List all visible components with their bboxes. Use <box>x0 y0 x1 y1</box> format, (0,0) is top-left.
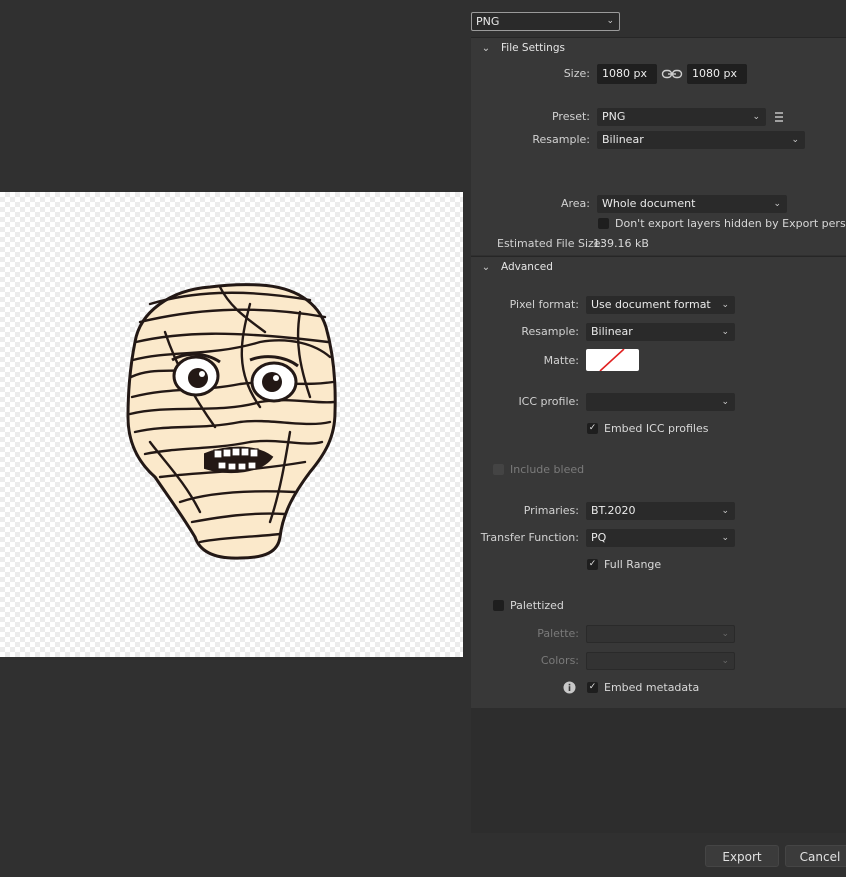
advanced-resample-select[interactable]: Bilinear ⌄ <box>586 323 735 341</box>
chevron-down-icon: ⌄ <box>721 629 729 639</box>
matte-color-swatch[interactable] <box>586 349 639 371</box>
icc-profile-label: ICC profile: <box>518 395 579 408</box>
embed-metadata-label: Embed metadata <box>604 681 700 694</box>
include-bleed-checkbox[interactable] <box>493 464 504 475</box>
chevron-down-icon: ⌄ <box>721 327 729 337</box>
checkmark-icon: ✓ <box>588 423 597 433</box>
export-preview-canvas <box>0 192 463 657</box>
export-button[interactable]: Export <box>705 845 779 867</box>
palettized-label: Palettized <box>510 599 564 612</box>
embed-metadata-checkbox[interactable]: ✓ <box>587 682 598 693</box>
file-settings-title: File Settings <box>501 42 565 54</box>
palette-select[interactable]: ⌄ <box>586 625 735 643</box>
resample-select-value: Bilinear <box>602 133 644 146</box>
transfer-function-value: PQ <box>591 531 607 544</box>
pixel-format-value: Use document format <box>591 298 711 311</box>
preset-label: Preset: <box>551 110 590 123</box>
icc-profile-select[interactable]: ⌄ <box>586 393 735 411</box>
chevron-down-icon: ⌄ <box>481 261 491 273</box>
dont-export-hidden-checkbox[interactable] <box>598 218 609 229</box>
primaries-value: BT.2020 <box>591 504 636 517</box>
cancel-button[interactable]: Cancel <box>785 845 846 867</box>
transfer-function-label: Transfer Function: <box>480 531 579 544</box>
chevron-down-icon: ⌄ <box>606 16 614 26</box>
chevron-down-icon: ⌄ <box>721 506 729 516</box>
size-label: Size: <box>563 67 590 80</box>
format-select[interactable]: PNG ⌄ <box>471 12 620 31</box>
embed-icc-label: Embed ICC profiles <box>604 422 709 435</box>
advanced-resample-value: Bilinear <box>591 325 633 338</box>
width-input[interactable]: 1080 px <box>597 64 657 84</box>
estimated-size-value: 139.16 kB <box>593 237 649 250</box>
area-select-value: Whole document <box>602 197 696 210</box>
colors-select[interactable]: ⌄ <box>586 652 735 670</box>
height-input[interactable]: 1080 px <box>687 64 747 84</box>
matte-label: Matte: <box>543 354 579 367</box>
no-color-icon <box>599 349 625 371</box>
area-select[interactable]: Whole document ⌄ <box>597 195 787 213</box>
chevron-down-icon: ⌄ <box>721 656 729 666</box>
estimated-size-label: Estimated File Size: <box>497 237 605 250</box>
include-bleed-label: Include bleed <box>510 463 585 476</box>
panel-empty-area <box>471 708 846 833</box>
embed-icc-checkbox[interactable]: ✓ <box>587 423 598 434</box>
chevron-down-icon: ⌄ <box>791 135 799 145</box>
chevron-down-icon: ⌄ <box>773 199 781 209</box>
advanced-title: Advanced <box>501 261 553 273</box>
pixel-format-label: Pixel format: <box>509 298 579 311</box>
info-icon[interactable] <box>563 681 576 694</box>
pixel-format-select[interactable]: Use document format ⌄ <box>586 296 735 314</box>
preset-select[interactable]: PNG ⌄ <box>597 108 766 126</box>
resample-select[interactable]: Bilinear ⌄ <box>597 131 805 149</box>
checkmark-icon: ✓ <box>588 559 597 569</box>
colors-label: Colors: <box>540 654 579 667</box>
hamburger-menu-icon[interactable] <box>773 110 785 124</box>
primaries-select[interactable]: BT.2020 ⌄ <box>586 502 735 520</box>
mummy-head-illustration <box>126 283 337 560</box>
checkmark-icon: ✓ <box>588 682 597 692</box>
chevron-down-icon: ⌄ <box>721 397 729 407</box>
palettized-checkbox[interactable] <box>493 600 504 611</box>
resample-label: Resample: <box>532 133 590 146</box>
chevron-down-icon: ⌄ <box>721 533 729 543</box>
advanced-resample-label: Resample: <box>521 325 579 338</box>
format-select-value: PNG <box>476 15 500 28</box>
palette-label: Palette: <box>537 627 579 640</box>
file-settings-header[interactable]: ⌄ File Settings <box>471 38 846 58</box>
dont-export-hidden-label: Don't export layers hidden by Export per… <box>615 217 846 230</box>
chevron-down-icon: ⌄ <box>752 112 760 122</box>
full-range-label: Full Range <box>604 558 662 571</box>
chevron-down-icon: ⌄ <box>721 300 729 310</box>
link-icon[interactable] <box>661 66 683 82</box>
primaries-label: Primaries: <box>523 504 579 517</box>
full-range-checkbox[interactable]: ✓ <box>587 559 598 570</box>
preset-select-value: PNG <box>602 110 626 123</box>
transfer-function-select[interactable]: PQ ⌄ <box>586 529 735 547</box>
chevron-down-icon: ⌄ <box>481 42 491 54</box>
area-label: Area: <box>560 197 590 210</box>
advanced-header[interactable]: ⌄ Advanced <box>471 257 846 277</box>
